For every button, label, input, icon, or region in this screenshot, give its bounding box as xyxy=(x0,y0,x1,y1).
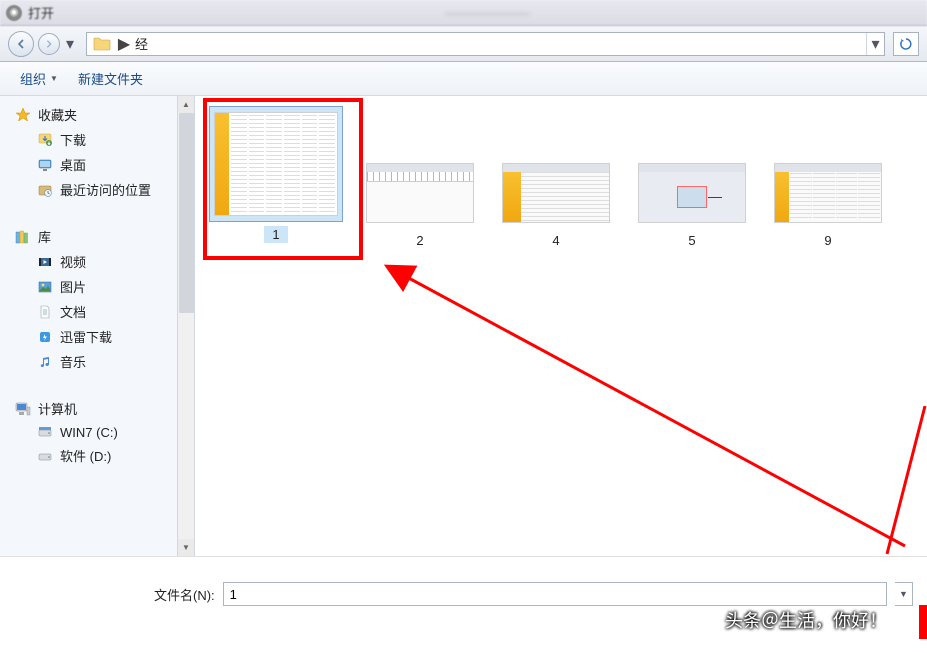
forward-button[interactable] xyxy=(38,33,60,55)
back-button[interactable] xyxy=(8,31,34,57)
chevron-down-icon: ▼ xyxy=(50,74,58,83)
star-icon xyxy=(14,107,32,123)
file-name: 9 xyxy=(816,232,839,249)
sidebar-item-label: 视频 xyxy=(60,252,86,271)
sidebar-item-label: 桌面 xyxy=(60,155,86,174)
file-name: 2 xyxy=(408,232,431,249)
file-thumbnail xyxy=(638,163,746,223)
scrollbar-thumb[interactable] xyxy=(179,113,194,313)
organize-label: 组织 xyxy=(20,69,46,88)
filename-row: 文件名(N): ▼ xyxy=(0,567,927,621)
organize-menu[interactable]: 组织 ▼ xyxy=(12,65,66,92)
titlebar-blur-text: ——————— xyxy=(54,6,921,20)
sidebar-item-documents[interactable]: 文档 xyxy=(10,299,194,324)
nav-history-dropdown[interactable]: ▾ xyxy=(64,34,76,54)
sidebar-item-videos[interactable]: 视频 xyxy=(10,249,194,274)
address-bar[interactable]: ▶ 经 ▾ xyxy=(86,32,885,56)
sidebar-item-drive-c[interactable]: WIN7 (C:) xyxy=(10,421,194,443)
recent-icon xyxy=(36,182,54,198)
file-item-9[interactable]: 9 xyxy=(769,158,887,249)
sidebar-favorites-header[interactable]: 收藏夹 xyxy=(10,102,194,127)
file-thumbnail xyxy=(214,112,338,216)
main-area: 收藏夹 下载 桌面 最近访问的位置 库 视频 xyxy=(0,96,927,556)
titlebar: ◉ 打开 ——————— xyxy=(0,0,927,26)
sidebar-item-label: 音乐 xyxy=(60,352,86,371)
folder-icon xyxy=(93,37,111,51)
video-icon xyxy=(36,254,54,270)
sidebar: 收藏夹 下载 桌面 最近访问的位置 库 视频 xyxy=(0,96,195,556)
window-title: 打开 xyxy=(28,3,54,22)
xunlei-icon xyxy=(36,329,54,345)
sidebar-libraries-label: 库 xyxy=(38,227,51,246)
sidebar-item-xunlei[interactable]: 迅雷下载 xyxy=(10,324,194,349)
download-icon xyxy=(36,132,54,148)
file-name: 5 xyxy=(680,232,703,249)
drive-icon xyxy=(36,448,54,464)
new-folder-button[interactable]: 新建文件夹 xyxy=(70,65,151,92)
library-icon xyxy=(14,229,32,245)
breadcrumb-folder[interactable]: 经 xyxy=(131,34,152,53)
documents-icon xyxy=(36,304,54,320)
footer-separator xyxy=(0,556,927,557)
file-item-5[interactable]: 5 xyxy=(633,158,751,249)
annotation-arrow-2 xyxy=(867,406,927,556)
file-thumbnail xyxy=(502,163,610,223)
sidebar-favorites-label: 收藏夹 xyxy=(38,105,77,124)
sidebar-item-label: 迅雷下载 xyxy=(60,327,112,346)
file-item-2[interactable]: 2 xyxy=(361,158,479,249)
filename-input[interactable] xyxy=(223,582,887,606)
file-name: 1 xyxy=(264,226,287,243)
breadcrumb-separator[interactable]: ▶ xyxy=(117,34,131,54)
file-item-4[interactable]: 4 xyxy=(497,158,615,249)
file-list[interactable]: 1 2 4 5 xyxy=(195,96,927,556)
sidebar-item-label: 下载 xyxy=(60,130,86,149)
computer-icon xyxy=(14,401,32,417)
app-icon: ◉ xyxy=(6,5,22,21)
sidebar-item-label: 软件 (D:) xyxy=(60,446,111,465)
toolbar: 组织 ▼ 新建文件夹 xyxy=(0,62,927,96)
sidebar-item-label: 文档 xyxy=(60,302,86,321)
filename-label: 文件名(N): xyxy=(154,585,215,604)
music-icon xyxy=(36,354,54,370)
annotation-arrow-1 xyxy=(375,256,915,556)
desktop-icon xyxy=(36,157,54,173)
file-thumbnail xyxy=(366,163,474,223)
sidebar-item-recent[interactable]: 最近访问的位置 xyxy=(10,177,194,202)
sidebar-item-desktop[interactable]: 桌面 xyxy=(10,152,194,177)
pictures-icon xyxy=(36,279,54,295)
file-name: 4 xyxy=(544,232,567,249)
sidebar-item-downloads[interactable]: 下载 xyxy=(10,127,194,152)
filename-dropdown[interactable]: ▼ xyxy=(895,582,913,606)
sidebar-item-label: 图片 xyxy=(60,277,86,296)
scroll-up-button[interactable]: ▲ xyxy=(178,96,194,113)
sidebar-item-pictures[interactable]: 图片 xyxy=(10,274,194,299)
sidebar-scrollbar[interactable]: ▲ ▼ xyxy=(177,96,194,556)
navbar: ▾ ▶ 经 ▾ xyxy=(0,26,927,62)
sidebar-item-drive-d[interactable]: 软件 (D:) xyxy=(10,443,194,468)
file-thumbnail xyxy=(774,163,882,223)
scroll-down-button[interactable]: ▼ xyxy=(178,539,194,556)
drive-icon xyxy=(36,424,54,440)
sidebar-libraries-header[interactable]: 库 xyxy=(10,224,194,249)
file-item-1[interactable]: 1 xyxy=(209,106,343,243)
sidebar-item-music[interactable]: 音乐 xyxy=(10,349,194,374)
sidebar-computer-header[interactable]: 计算机 xyxy=(10,396,194,421)
sidebar-computer-label: 计算机 xyxy=(38,399,77,418)
sidebar-item-label: WIN7 (C:) xyxy=(60,425,118,440)
new-folder-label: 新建文件夹 xyxy=(78,69,143,88)
sidebar-item-label: 最近访问的位置 xyxy=(60,180,151,199)
annotation-edge-marker xyxy=(919,605,927,639)
address-dropdown[interactable]: ▾ xyxy=(866,33,884,55)
refresh-button[interactable] xyxy=(893,32,919,56)
